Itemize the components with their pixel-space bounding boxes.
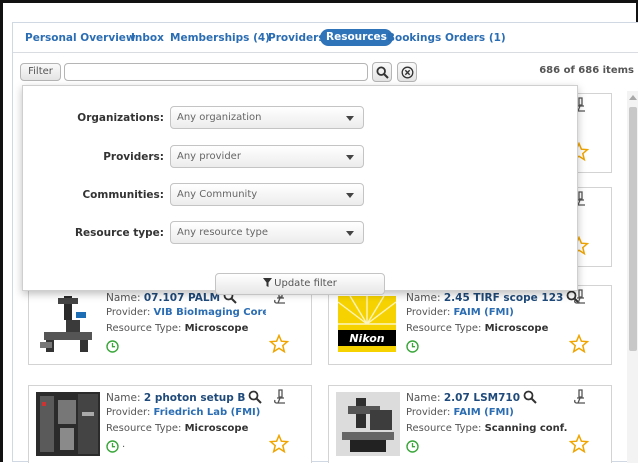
resource-type: Resource Type: Microscope (406, 323, 549, 334)
star-icon[interactable] (569, 334, 589, 354)
filter-toggle-button[interactable]: Filter (20, 63, 61, 81)
provider-link[interactable]: VIB BioImaging Core... (154, 307, 266, 318)
resource-provider: Provider: Friedrich Lab (FMI) (106, 407, 261, 418)
microscope-icon[interactable] (573, 289, 587, 305)
resource-name: Name: 2.07 LSM710 (406, 390, 537, 404)
tab-inbox[interactable]: Inbox (131, 30, 164, 47)
resource-card[interactable]: Name: 2.07 LSM710 Provider: FAIM (FMI) R… (328, 385, 612, 463)
items-count: 686 of 686 items (539, 65, 634, 76)
chevron-down-icon (346, 116, 354, 121)
tab-resources[interactable]: Resources (320, 29, 393, 46)
providers-label: Providers: (103, 151, 164, 163)
tab-providers[interactable]: Providers (268, 30, 325, 47)
microscope-icon[interactable] (573, 389, 587, 405)
resource-thumbnail: Nikon (336, 292, 400, 356)
chevron-down-icon (346, 155, 354, 160)
resource-name: Name: 2.45 TIRF scope 123 (406, 290, 581, 304)
resource-name-link[interactable]: 07.107 PALM (144, 292, 220, 304)
resource-thumbnail (36, 292, 100, 356)
resource-card[interactable]: Nikon Name: 2.45 TIRF scope 123 Provider… (328, 285, 612, 365)
magnifier-icon[interactable] (248, 390, 263, 404)
microscope-icon[interactable] (273, 389, 287, 405)
providers-select[interactable]: Any provider (170, 145, 364, 168)
resource-card[interactable]: Name: 07.107 PALM Provider: VIB BioImagi… (28, 285, 312, 365)
window-frame-left (0, 0, 3, 462)
resource-type-select[interactable]: Any resource type (170, 221, 364, 244)
scroll-up-arrow[interactable] (629, 95, 637, 100)
resource-name-link[interactable]: 2 photon setup B (144, 392, 246, 404)
communities-label: Communities: (82, 189, 164, 201)
star-icon[interactable] (269, 334, 289, 354)
organizations-label: Organizations: (77, 112, 164, 124)
provider-link[interactable]: FAIM (FMI) (454, 407, 514, 418)
resource-type: Resource Type: Scanning conf... (406, 423, 568, 434)
clear-search-button[interactable] (397, 62, 417, 82)
resources-app: Personal Overview Inbox Memberships (4) … (12, 22, 638, 463)
clock-icon[interactable] (406, 440, 419, 453)
clear-icon (401, 66, 414, 79)
provider-link[interactable]: Friedrich Lab (FMI) (154, 407, 261, 418)
resource-name-link[interactable]: 2.07 LSM710 (444, 392, 520, 404)
svg-text:Nikon: Nikon (349, 332, 384, 345)
chevron-down-icon (346, 193, 354, 198)
provider-link[interactable]: FAIM (FMI) (454, 307, 514, 318)
tab-bookings[interactable]: Bookings (387, 30, 441, 47)
search-button[interactable] (372, 62, 392, 82)
tab-orders[interactable]: Orders (1) (445, 30, 506, 47)
window-frame-top (0, 0, 638, 3)
search-icon (376, 66, 389, 79)
results-scrollbar[interactable] (627, 91, 638, 463)
clock-icon[interactable] (106, 440, 119, 453)
resource-type: Resource Type: Microscope (106, 423, 249, 434)
tab-memberships[interactable]: Memberships (4) (170, 30, 270, 47)
resource-type: Resource Type: Microscope (106, 323, 249, 334)
organizations-select[interactable]: Any organization (170, 106, 364, 129)
star-icon[interactable] (269, 434, 289, 454)
resource-provider: Provider: VIB BioImaging Core... (106, 307, 266, 318)
filter-panel: Organizations: Any organization Provider… (22, 85, 578, 295)
resource-name: Name: 2 photon setup B (106, 390, 263, 404)
resource-provider: Provider: FAIM (FMI) (406, 407, 514, 418)
resource-thumbnail (36, 392, 100, 456)
resource-thumbnail (336, 392, 400, 456)
clock-icon[interactable] (106, 340, 119, 353)
resource-card[interactable]: Name: 2 photon setup B Provider: Friedri… (28, 385, 312, 463)
scroll-thumb[interactable] (629, 107, 637, 351)
tab-bar: Personal Overview Inbox Memberships (4) … (13, 23, 638, 53)
filter-icon (263, 278, 273, 287)
resource-name-link[interactable]: 2.45 TIRF scope 123 (444, 292, 563, 304)
star-icon[interactable] (569, 434, 589, 454)
resource-type-label: Resource type: (74, 227, 164, 239)
update-filter-label: Update filter (274, 278, 337, 289)
update-filter-button[interactable]: Update filter (215, 273, 385, 295)
tab-personal-overview[interactable]: Personal Overview (25, 30, 136, 47)
search-input[interactable] (64, 63, 368, 81)
resource-extra-text: . (122, 439, 126, 450)
magnifier-icon[interactable] (523, 390, 537, 404)
resource-provider: Provider: FAIM (FMI) (406, 307, 514, 318)
clock-icon[interactable] (406, 340, 419, 353)
communities-select[interactable]: Any Community (170, 183, 364, 206)
chevron-down-icon (346, 231, 354, 236)
